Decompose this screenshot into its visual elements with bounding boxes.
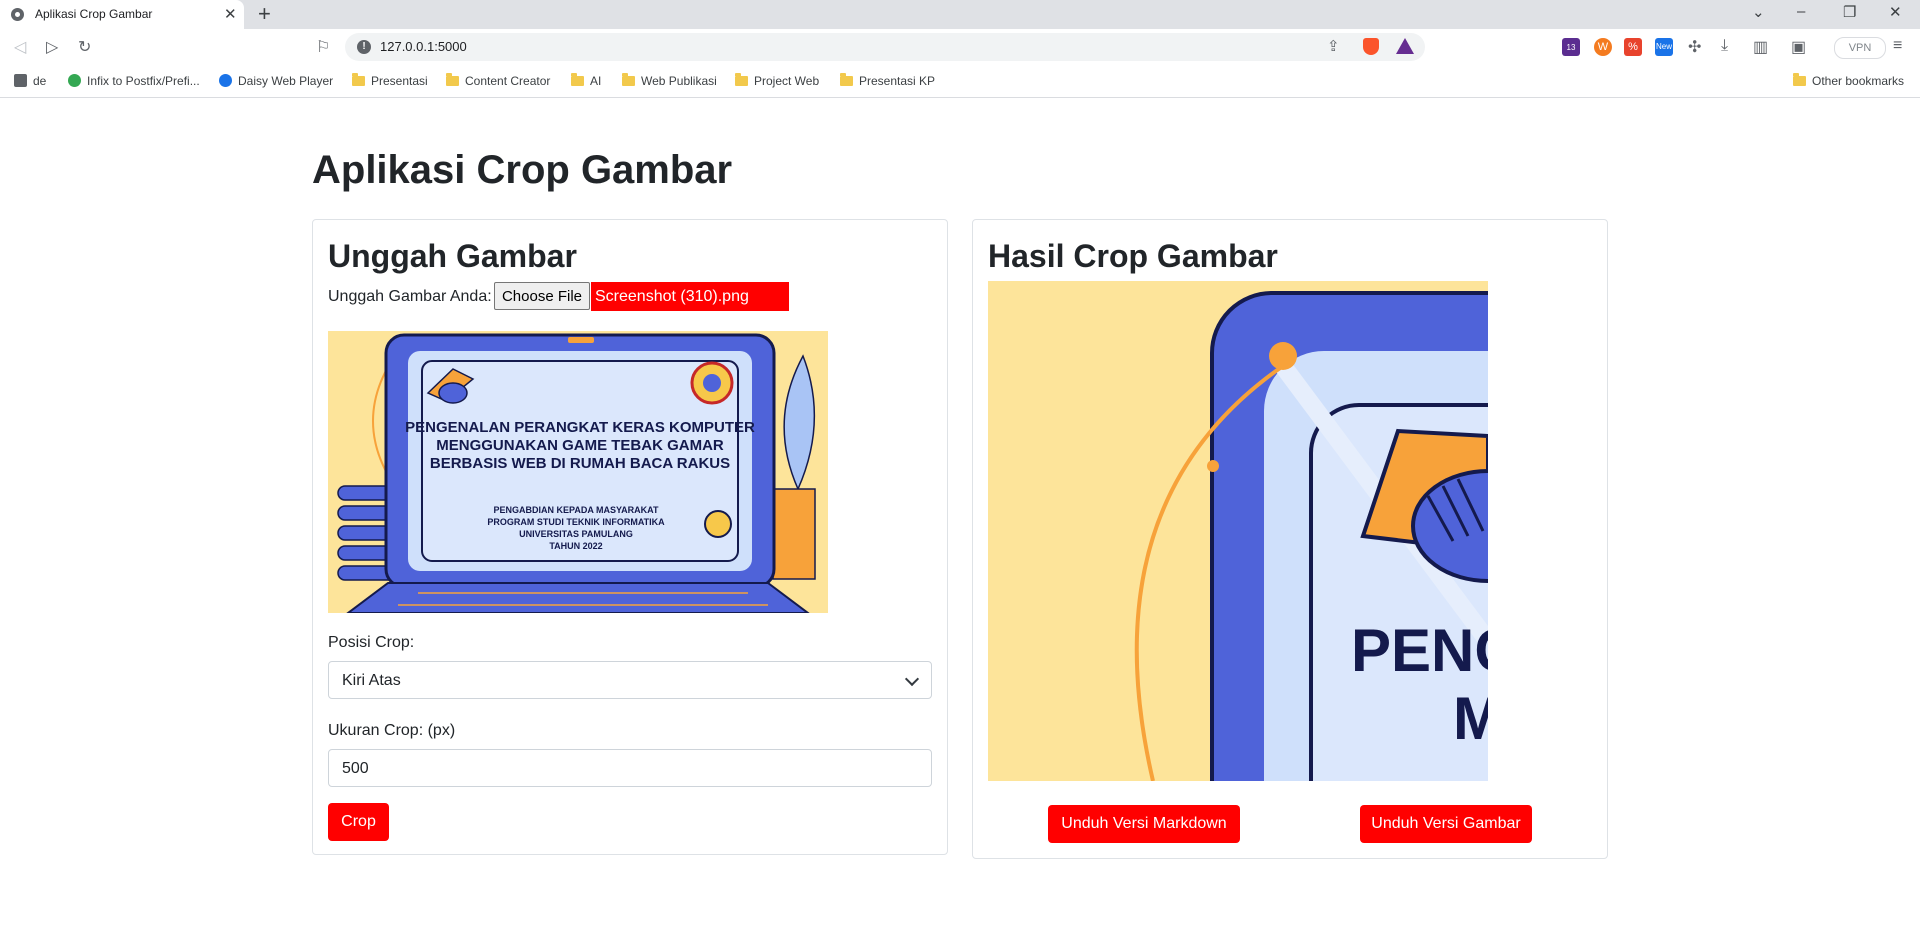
folder-icon (571, 73, 584, 86)
preview-sub3: UNIVERSITAS PAMULANG (519, 529, 633, 539)
preview-sub1: PENGABDIAN KEPADA MASYARAKAT (493, 505, 659, 515)
folder-icon (1793, 73, 1806, 86)
upload-card: Unggah Gambar Unggah Gambar Anda: Choose… (312, 219, 948, 855)
chevron-down-icon (904, 671, 920, 687)
folder-icon (622, 73, 635, 86)
crop-position-select[interactable]: Kiri Atas (328, 661, 932, 699)
crop-button[interactable]: Crop (328, 803, 389, 841)
browser-toolbar: ◁ ▷ ↻ ⚐ ! 127.0.0.1:5000 ⇪ 13 W % New ✣ … (0, 29, 1920, 66)
extension-badge-count: 13 (1566, 43, 1576, 52)
bookmark-ai[interactable]: AI (571, 73, 602, 88)
preview-sub4: TAHUN 2022 (549, 541, 602, 551)
close-window-icon[interactable]: ✕ (1889, 3, 1902, 21)
tab-search-icon[interactable]: ⌄ (1752, 3, 1765, 21)
info-icon[interactable]: ! (357, 40, 371, 54)
address-bar[interactable]: ! 127.0.0.1:5000 ⇪ (345, 33, 1425, 61)
back-icon[interactable]: ◁ (14, 37, 26, 57)
site-favicon-icon (219, 74, 232, 87)
vpn-label: VPN (1848, 42, 1872, 54)
bookmark-label: Infix to Postfix/Prefi... (87, 74, 200, 88)
menu-icon[interactable]: ≡ (1893, 37, 1902, 55)
bookmark-label: AI (590, 74, 602, 88)
tab-strip: Aplikasi Crop Gambar ✕ + ⌄ – ❐ ✕ (0, 0, 1920, 29)
bookmark-content-creator[interactable]: Content Creator (446, 73, 551, 88)
tab-title: Aplikasi Crop Gambar (35, 7, 153, 21)
choose-file-button[interactable]: Choose File (494, 282, 590, 310)
new-tab-icon[interactable]: + (258, 1, 271, 27)
browser-tab[interactable]: Aplikasi Crop Gambar ✕ (0, 0, 244, 29)
apps-grid-icon (14, 74, 27, 87)
bookmark-daisy[interactable]: Daisy Web Player (219, 74, 333, 88)
reload-icon[interactable]: ↻ (78, 37, 91, 57)
wallet-icon[interactable]: ▣ (1791, 37, 1806, 57)
extension-new-label: New (1655, 42, 1672, 51)
folder-icon (446, 73, 459, 86)
brave-shields-icon[interactable] (1363, 38, 1379, 55)
crop-size-input[interactable]: 500 (328, 749, 932, 787)
preview-line3: BERBASIS WEB DI RUMAH BACA RAKUS (430, 455, 730, 472)
cropped-text-line1: PENG (1351, 617, 1488, 684)
result-heading: Hasil Crop Gambar (988, 238, 1278, 274)
bookmark-label: Project Web (754, 74, 820, 88)
wordpress-extension-icon[interactable]: W (1594, 38, 1612, 56)
close-tab-icon[interactable]: ✕ (224, 5, 237, 23)
globe-icon (11, 8, 24, 21)
puzzle-icon[interactable]: ✣ (1688, 37, 1701, 57)
url-text[interactable]: 127.0.0.1:5000 (380, 39, 467, 54)
bookmark-project-web[interactable]: Project Web (735, 73, 820, 88)
page-title: Aplikasi Crop Gambar (312, 148, 733, 192)
preview-sub2: PROGRAM STUDI TEKNIK INFORMATIKA (487, 517, 665, 527)
bookmarks-bar: de Infix to Postfix/Prefi... Daisy Web P… (0, 66, 1920, 98)
download-markdown-button[interactable]: Unduh Versi Markdown (1048, 805, 1240, 843)
brave-rewards-icon[interactable] (1396, 38, 1414, 54)
bookmark-icon[interactable]: ⚐ (316, 37, 330, 57)
folder-icon (352, 73, 365, 86)
uploaded-image-preview: PENGENALAN PERANGKAT KERAS KOMPUTER MENG… (328, 331, 828, 613)
folder-icon (735, 73, 748, 86)
result-card: Hasil Crop Gambar PENG M Unduh Versi Mar… (972, 219, 1608, 859)
extension-badge-icon[interactable]: 13 (1562, 38, 1580, 56)
upload-heading: Unggah Gambar (328, 238, 577, 274)
bookmark-infix[interactable]: Infix to Postfix/Prefi... (68, 74, 200, 88)
folder-icon (840, 73, 853, 86)
site-favicon-icon (68, 74, 81, 87)
restore-icon[interactable]: ❐ (1843, 3, 1856, 21)
other-bookmarks[interactable]: Other bookmarks (1793, 73, 1905, 88)
sidebar-icon[interactable]: ▥ (1753, 37, 1768, 57)
crop-position-value: Kiri Atas (342, 672, 401, 689)
download-image-button[interactable]: Unduh Versi Gambar (1360, 805, 1532, 843)
bookmark-label: Web Publikasi (641, 74, 717, 88)
download-icon[interactable]: ⤓ (1721, 37, 1728, 55)
crop-size-value: 500 (342, 760, 369, 777)
share-icon[interactable]: ⇪ (1327, 37, 1340, 55)
bookmark-label: Presentasi (371, 74, 428, 88)
extension-icon[interactable]: % (1624, 38, 1642, 56)
file-name: Screenshot (310).png (591, 282, 789, 311)
bookmark-web-publikasi[interactable]: Web Publikasi (622, 73, 717, 88)
crop-size-label: Ukuran Crop: (px) (328, 722, 456, 739)
preview-line2: MENGGUNAKAN GAME TEBAK GAMAR (436, 437, 724, 454)
bookmark-de[interactable]: de (14, 74, 46, 88)
cropped-image: PENG M (988, 281, 1488, 781)
bookmark-label: de (33, 74, 47, 88)
new-extension-icon[interactable]: New (1655, 38, 1673, 56)
bookmark-label: Other bookmarks (1812, 74, 1905, 88)
bookmark-label: Daisy Web Player (238, 74, 334, 88)
minimize-icon[interactable]: – (1797, 3, 1805, 20)
bookmark-presentasi-kp[interactable]: Presentasi KP (840, 73, 936, 88)
bookmark-label: Presentasi KP (859, 74, 936, 88)
forward-icon[interactable]: ▷ (46, 37, 58, 57)
preview-line1: PENGENALAN PERANGKAT KERAS KOMPUTER (405, 419, 755, 436)
vpn-button[interactable]: VPN (1834, 37, 1886, 59)
crop-position-label: Posisi Crop: (328, 634, 415, 651)
bookmark-presentasi[interactable]: Presentasi (352, 73, 428, 88)
bookmark-label: Content Creator (465, 74, 551, 88)
upload-label: Unggah Gambar Anda: (328, 288, 492, 305)
cropped-text-line2: M (1453, 685, 1488, 752)
